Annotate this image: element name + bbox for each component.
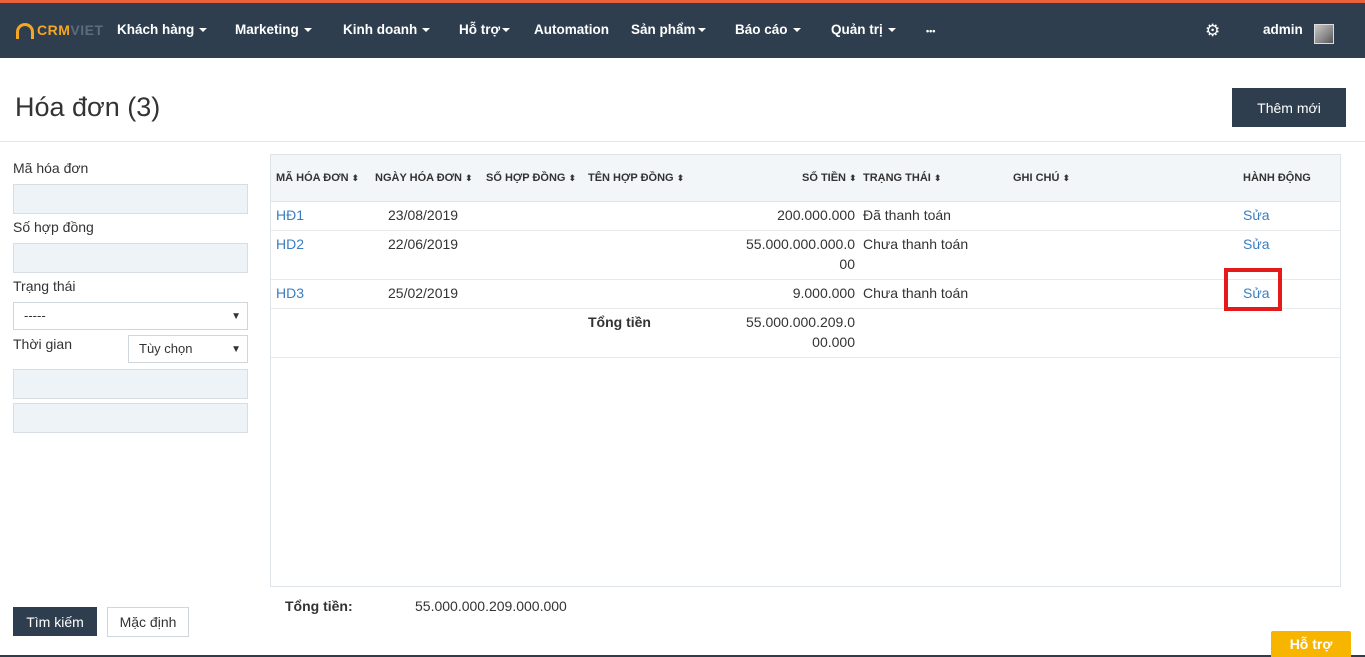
- invoice-amount: 9.000.000: [792, 285, 855, 301]
- invoice-code-link[interactable]: HD3: [276, 285, 304, 301]
- caret-down-icon: [422, 28, 431, 33]
- avatar[interactable]: [1314, 24, 1334, 44]
- status-label: Trạng thái: [13, 278, 76, 294]
- invoice-amount: 55.000.000.000.000: [746, 236, 855, 272]
- table-total-value: 55.000.000.209.000.000: [746, 314, 855, 350]
- help-button[interactable]: Hỗ trợ: [1271, 631, 1351, 657]
- caret-down-icon: [502, 28, 511, 33]
- triangle-down-icon: ▼: [231, 344, 241, 355]
- sort-icon: ⬍: [849, 173, 857, 183]
- contract-no-label: Số hợp đồng: [13, 219, 94, 235]
- time-select[interactable]: Tùy chọn ▼: [128, 335, 248, 363]
- header-code[interactable]: MÃ HÓA ĐƠN ⬍: [276, 172, 359, 184]
- time-label: Thời gian: [13, 336, 72, 352]
- search-button[interactable]: Tìm kiếm: [13, 607, 97, 636]
- invoice-status: Đã thanh toán: [863, 207, 951, 223]
- sort-icon: ⬍: [568, 173, 577, 183]
- reset-default-button[interactable]: Mặc định: [107, 607, 189, 637]
- table-header: MÃ HÓA ĐƠN ⬍ NGÀY HÓA ĐƠN ⬍ SỐ HỢP ĐỒNG ⬍ T…: [271, 155, 1340, 202]
- caret-down-icon: [303, 28, 312, 33]
- logo-text: CRMVIET: [37, 22, 104, 38]
- sort-icon: ⬍: [676, 173, 685, 183]
- highlight-box: [1224, 268, 1282, 311]
- edit-link[interactable]: Sửa: [1243, 236, 1270, 252]
- table-row: HD2 22/06/2019 55.000.000.000.000 Chưa t…: [271, 231, 1340, 280]
- nav-ho-tro[interactable]: Hỗ trợ: [459, 22, 511, 37]
- header-note[interactable]: GHI CHÚ ⬍: [1013, 172, 1070, 184]
- invoice-date: 22/06/2019: [388, 236, 459, 252]
- sort-icon: ⬍: [1062, 173, 1070, 183]
- status-select[interactable]: ----- ▼: [13, 302, 248, 330]
- top-navbar: CRMVIET Khách hàng Marketing Kinh doanh …: [0, 0, 1365, 58]
- nav-quan-tri[interactable]: Quản trị: [831, 22, 896, 37]
- nav-kinh-doanh[interactable]: Kinh doanh: [343, 22, 431, 37]
- caret-down-icon: [792, 28, 801, 33]
- logo-icon: [16, 23, 34, 39]
- table-row: HĐ1 23/08/2019 200.000.000 Đã thanh toán…: [271, 202, 1340, 231]
- nav-san-pham[interactable]: Sản phẩm: [631, 22, 706, 37]
- triangle-down-icon: ▼: [231, 311, 241, 322]
- sort-icon: ⬍: [465, 173, 473, 183]
- edit-link[interactable]: Sửa: [1243, 207, 1270, 223]
- sort-icon: ⬍: [351, 173, 360, 183]
- header-date[interactable]: NGÀY HÓA ĐƠN ⬍: [375, 172, 473, 184]
- nav-khach-hang[interactable]: Khách hàng: [117, 22, 208, 37]
- nav-automation[interactable]: Automation: [534, 22, 609, 37]
- header-amount[interactable]: SỐ TIỀN ⬍: [802, 172, 857, 184]
- invoice-date: 23/08/2019: [388, 207, 459, 223]
- caret-down-icon: [697, 28, 706, 33]
- user-name[interactable]: admin: [1263, 22, 1303, 37]
- invoice-code-link[interactable]: HD2: [276, 236, 304, 252]
- add-new-button[interactable]: Thêm mới: [1232, 88, 1346, 127]
- header-action: HÀNH ĐỘNG: [1243, 172, 1311, 184]
- table-total-label: Tổng tiền: [588, 314, 651, 330]
- header-contract-name[interactable]: TÊN HỢP ĐỒNG ⬍: [588, 172, 684, 184]
- nav-bao-cao[interactable]: Báo cáo: [735, 22, 801, 37]
- page-title: Hóa đơn (3): [15, 92, 161, 122]
- invoice-code-label: Mã hóa đơn: [13, 160, 89, 176]
- invoice-date: 25/02/2019: [388, 285, 459, 301]
- invoice-code-link[interactable]: HĐ1: [276, 207, 304, 223]
- date-to-input[interactable]: [13, 403, 248, 433]
- invoice-code-input[interactable]: [13, 184, 248, 214]
- date-from-input[interactable]: [13, 369, 248, 399]
- table-row: HD3 25/02/2019 9.000.000 Chưa thanh toán…: [271, 280, 1340, 309]
- time-select-value: Tùy chọn: [139, 341, 193, 356]
- caret-down-icon: [199, 28, 208, 33]
- summary-total-label: Tổng tiền:: [285, 598, 353, 614]
- nav-more[interactable]: •••: [926, 26, 935, 36]
- header-status[interactable]: TRẠNG THÁI ⬍: [863, 172, 941, 184]
- invoice-table: MÃ HÓA ĐƠN ⬍ NGÀY HÓA ĐƠN ⬍ SỐ HỢP ĐỒNG ⬍ T…: [270, 154, 1341, 587]
- invoice-amount: 200.000.000: [777, 207, 855, 223]
- header-contract-no[interactable]: SỐ HỢP ĐỒNG ⬍: [486, 172, 576, 184]
- table-total-row: Tổng tiền 55.000.000.209.000.000: [271, 309, 1340, 358]
- contract-no-input[interactable]: [13, 243, 248, 273]
- sort-icon: ⬍: [933, 173, 942, 183]
- nav-marketing[interactable]: Marketing: [235, 22, 312, 37]
- summary-total-value: 55.000.000.209.000.000: [415, 598, 567, 614]
- gear-icon[interactable]: ⚙: [1205, 21, 1220, 41]
- logo[interactable]: CRMVIET: [16, 20, 104, 40]
- invoice-status: Chưa thanh toán: [863, 285, 969, 301]
- invoice-status: Chưa thanh toán: [863, 236, 969, 252]
- status-select-value: -----: [24, 308, 46, 323]
- caret-down-icon: [887, 28, 896, 33]
- header-divider: [0, 141, 1365, 142]
